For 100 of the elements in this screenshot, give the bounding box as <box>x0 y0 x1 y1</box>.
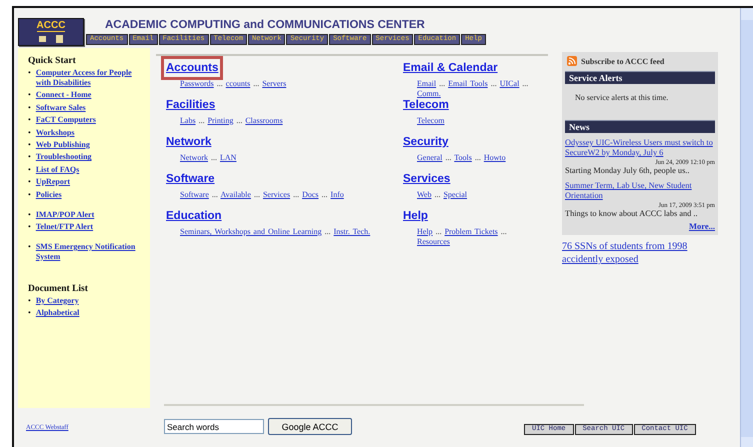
sidebar-link[interactable]: FaCT Computers <box>36 115 96 126</box>
sub-link[interactable]: Tools <box>454 153 472 162</box>
sub-link[interactable]: Seminars, Workshops and Online Learning <box>180 227 322 236</box>
separator-text: ... <box>211 153 217 162</box>
bullet-text: • <box>28 308 31 318</box>
sub-link[interactable]: Network <box>180 153 208 162</box>
bullet-text: • <box>28 242 31 253</box>
scrollbar[interactable] <box>740 8 753 447</box>
bullet-text: • <box>28 164 31 175</box>
sidebar-link[interactable]: List of FAQs <box>36 164 80 175</box>
sidebar-link[interactable]: UpReport <box>36 177 70 188</box>
sub-link[interactable]: Web <box>417 190 432 199</box>
search-field[interactable]: Search words <box>164 419 264 434</box>
separator-text: ... <box>198 116 205 125</box>
separator-text: ... <box>324 227 331 236</box>
logo[interactable]: ACCC <box>18 18 84 46</box>
separator-text: ... <box>522 79 528 88</box>
section-link[interactable]: Accounts <box>166 61 218 75</box>
separator-text: ... <box>254 190 260 199</box>
sub-link[interactable]: Comm. <box>417 89 441 98</box>
separator-text: ... <box>216 79 223 88</box>
bullet-text: • <box>28 102 31 113</box>
sidebar-heading: Document List <box>28 284 89 294</box>
separator-text: ... <box>236 116 242 125</box>
news-snippet: Starting Monday July 6th, people us.. <box>565 166 690 176</box>
separator-text: ... <box>253 79 260 88</box>
sub-link[interactable]: Docs <box>302 190 319 199</box>
news-snippet: Things to know about ACCC labs and .. <box>565 209 699 219</box>
section-link[interactable]: Facilities <box>166 98 216 112</box>
separator-text: ... <box>500 227 507 236</box>
bullet-text: • <box>28 190 31 200</box>
sidebar-link[interactable]: IMAP/POP Alert <box>36 210 94 220</box>
sub-link[interactable]: General <box>417 153 442 162</box>
sub-link[interactable]: Howto <box>484 153 506 162</box>
bullet-text: • <box>28 115 31 126</box>
sub-link[interactable]: Classrooms <box>245 116 283 125</box>
sub-link[interactable]: Servers <box>262 79 286 88</box>
bullet-text: • <box>28 140 31 150</box>
sub-link[interactable]: LAN <box>220 153 236 162</box>
panel-header: Service Alerts <box>565 71 715 84</box>
more-link[interactable]: More... <box>688 221 715 231</box>
sub-link[interactable]: Available <box>220 190 251 199</box>
sub-link[interactable]: Resources <box>417 237 450 246</box>
subscribe-link[interactable]: Subscribe to ACCC feed <box>581 56 664 66</box>
sub-link[interactable]: Email Tools <box>448 79 488 88</box>
sub-link[interactable]: Passwords <box>180 79 214 88</box>
rss-icon[interactable] <box>567 56 577 66</box>
bullet-text: • <box>28 90 31 100</box>
section-link[interactable]: Network <box>166 135 212 149</box>
section-link[interactable]: Services <box>403 172 450 186</box>
separator-text: ... <box>439 79 446 88</box>
sub-link[interactable]: Labs <box>180 116 196 125</box>
bullet-text: • <box>28 152 31 162</box>
bullet-text: • <box>28 222 31 232</box>
separator-text: ... <box>434 190 440 199</box>
sidebar-link[interactable]: Computer Access for People with Disabilities <box>36 68 136 88</box>
separator-text: ... <box>474 153 481 162</box>
sub-link[interactable]: Software <box>180 190 209 199</box>
separator-text: ... <box>436 227 442 236</box>
section-link[interactable]: Email & Calendar <box>403 61 498 75</box>
sub-link[interactable]: Help <box>417 227 433 236</box>
sidebar-link[interactable]: Workshops <box>36 128 74 138</box>
section-link[interactable]: Telecom <box>403 98 449 112</box>
separator-text: ... <box>445 153 452 162</box>
sub-link[interactable]: Info <box>330 190 344 199</box>
bullet-text: • <box>28 68 31 79</box>
separator-text: ... <box>293 190 300 199</box>
headline-link[interactable]: 76 SSNs of students from 1998 accidently exposed <box>562 240 718 266</box>
sidebar-link[interactable]: Software Sales <box>36 102 86 113</box>
sub-link[interactable]: Services <box>262 190 290 199</box>
bullet-text: • <box>28 296 31 306</box>
sub-link[interactable]: Problem Tickets <box>444 227 498 236</box>
sidebar-link[interactable]: SMS Emergency Notification System <box>36 242 136 262</box>
sidebar-link[interactable]: Telnet/FTP Alert <box>36 222 94 232</box>
sidebar-link[interactable]: Troubleshooting <box>36 152 92 162</box>
logo-icon <box>36 34 66 44</box>
section-link[interactable]: Software <box>166 172 215 186</box>
section-link[interactable]: Security <box>403 135 448 149</box>
search-button[interactable]: Google ACCC <box>268 418 352 435</box>
sidebar-link[interactable]: Alphabetical <box>36 308 80 318</box>
sub-link[interactable]: Telecom <box>417 116 444 125</box>
sub-link[interactable]: ccounts <box>226 79 250 88</box>
separator-text: ... <box>212 190 218 199</box>
sidebar-link[interactable]: Policies <box>36 190 62 200</box>
separator-text: ... <box>322 190 328 199</box>
news-link[interactable]: Odyssey UIC-Wireless Users must switch to SecureW2 by Monday, July 6 <box>565 138 715 158</box>
sub-link[interactable]: UICal <box>500 79 520 88</box>
sub-link[interactable]: Special <box>443 190 468 199</box>
sidebar-link[interactable]: Connect - Home <box>36 90 92 100</box>
bullet-text: • <box>28 210 31 220</box>
bullet-text: • <box>28 128 31 138</box>
section-link[interactable]: Help <box>403 209 428 223</box>
sidebar-link[interactable]: By Category <box>36 296 79 306</box>
news-link[interactable]: Summer Term, Lab Use, New Student Orientation <box>565 181 715 201</box>
sub-link[interactable]: Printing <box>208 116 234 125</box>
section-link[interactable]: Education <box>166 209 222 223</box>
sidebar-link[interactable]: Web Publishing <box>36 140 90 150</box>
sub-link[interactable]: Instr. Tech. <box>334 227 370 236</box>
panel-header: News <box>565 120 715 133</box>
sub-link[interactable]: Email <box>417 79 436 88</box>
